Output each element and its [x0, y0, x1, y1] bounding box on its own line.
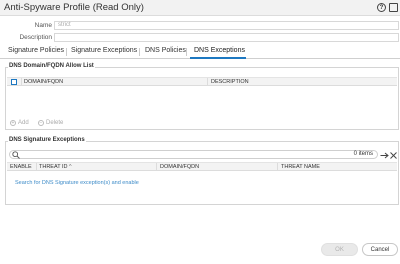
- tab-separator: [139, 48, 140, 56]
- dialog-title: Anti-Spyware Profile (Read Only): [4, 2, 144, 13]
- column-header-domain[interactable]: DOMAIN/FQDN: [24, 79, 63, 85]
- plus-icon: +: [10, 119, 16, 126]
- tab-bar: Signature Policies Signature Exceptions …: [0, 43, 400, 59]
- add-button[interactable]: + Add: [10, 120, 29, 126]
- maximize-icon[interactable]: [389, 3, 398, 12]
- column-separator: [156, 163, 157, 171]
- column-header-enable[interactable]: ENABLE: [10, 164, 32, 170]
- cancel-button[interactable]: Cancel: [362, 243, 398, 256]
- column-header-description[interactable]: DESCRIPTION: [211, 79, 249, 85]
- tab-dns-policies[interactable]: DNS Policies: [145, 47, 186, 54]
- column-header-threat-name[interactable]: THREAT NAME: [281, 164, 320, 170]
- delete-button[interactable]: − Delete: [38, 120, 63, 126]
- ok-button[interactable]: OK: [321, 243, 358, 256]
- exceptions-section: DNS Signature Exceptions 0 items ENABLE …: [5, 137, 399, 205]
- column-separator: [36, 163, 37, 171]
- column-header-threat-id[interactable]: THREAT ID: [39, 164, 68, 170]
- delete-label: Delete: [46, 120, 64, 126]
- search-input[interactable]: 0 items: [9, 150, 378, 159]
- tab-signature-exceptions[interactable]: Signature Exceptions: [71, 47, 137, 54]
- tab-dns-exceptions[interactable]: DNS Exceptions: [194, 47, 245, 54]
- description-field[interactable]: [54, 33, 399, 42]
- allow-list-section: DNS Domain/FQDN Allow List DOMAIN/FQDN D…: [5, 63, 399, 130]
- tab-signature-policies[interactable]: Signature Policies: [8, 47, 64, 54]
- name-label: Name: [34, 22, 52, 29]
- column-separator: [207, 78, 208, 86]
- add-label: Add: [18, 120, 29, 126]
- column-separator: [21, 78, 22, 86]
- search-icon: [12, 151, 20, 159]
- minus-icon: −: [38, 119, 44, 126]
- column-header-domain[interactable]: DOMAIN/FQDN: [160, 164, 199, 170]
- arrow-right-icon[interactable]: [380, 152, 389, 159]
- column-separator: [277, 163, 278, 171]
- allow-list-title: DNS Domain/FQDN Allow List: [8, 63, 95, 69]
- tab-separator: [66, 48, 67, 56]
- item-count: 0 items: [353, 151, 373, 157]
- exceptions-header: ENABLE THREAT ID ^ DOMAIN/FQDN THREAT NA…: [7, 162, 397, 171]
- empty-message: Search for DNS Signature exception(s) an…: [15, 180, 139, 186]
- select-all-checkbox[interactable]: [11, 79, 17, 85]
- dialog-titlebar: Anti-Spyware Profile (Read Only) ?: [0, 0, 400, 16]
- active-tab-indicator: [190, 57, 246, 59]
- help-icon[interactable]: ?: [377, 3, 386, 12]
- name-field[interactable]: strict: [54, 21, 399, 30]
- sort-ascending-icon[interactable]: ^: [69, 164, 72, 170]
- allow-list-header: DOMAIN/FQDN DESCRIPTION: [7, 77, 397, 86]
- clear-icon[interactable]: [390, 152, 397, 159]
- description-label: Description: [19, 34, 52, 41]
- tab-separator: [186, 48, 187, 56]
- exceptions-title: DNS Signature Exceptions: [8, 137, 86, 143]
